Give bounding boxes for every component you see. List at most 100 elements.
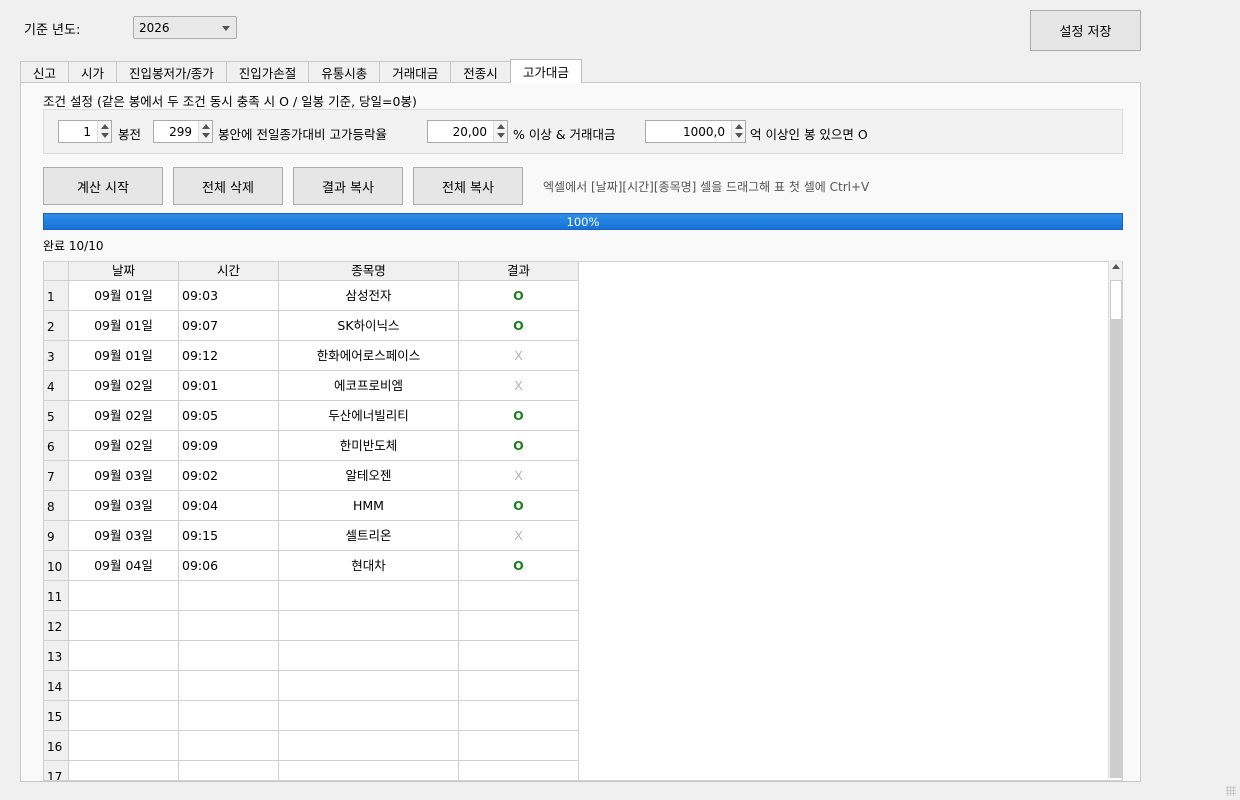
time-cell[interactable]: 09:12	[179, 341, 279, 371]
date-cell[interactable]: 09월 03일	[69, 461, 179, 491]
stock-name-cell[interactable]	[279, 641, 459, 671]
save-settings-button[interactable]: 설정 저장	[1030, 10, 1141, 51]
date-cell[interactable]	[69, 641, 179, 671]
result-cell[interactable]	[459, 641, 579, 671]
time-cell[interactable]: 09:07	[179, 311, 279, 341]
result-cell[interactable]	[459, 701, 579, 731]
date-cell[interactable]	[69, 581, 179, 611]
year-combobox[interactable]: 2026	[133, 16, 237, 39]
stock-name-cell[interactable]: 알테오젠	[279, 461, 459, 491]
tab-7[interactable]: 고가대금	[509, 59, 582, 83]
result-cell[interactable]	[459, 761, 579, 780]
table-row[interactable]: 1 09월 01일 09:03 삼성전자 O	[44, 281, 579, 311]
percent-spinbox[interactable]: 20,00	[427, 120, 508, 143]
table-row[interactable]: 15	[44, 701, 579, 731]
result-cell[interactable]: O	[459, 431, 579, 461]
copy-all-button[interactable]: 전체 복사	[413, 167, 523, 205]
tab-3[interactable]: 진입가손절	[225, 61, 310, 83]
results-table[interactable]: 날짜 시간 종목명 결과 1 09월 01일 09:03 삼성전자 O 2 09월 01일 0…	[43, 261, 1123, 781]
result-cell[interactable]: O	[459, 551, 579, 581]
table-row[interactable]: 13	[44, 641, 579, 671]
stock-name-cell[interactable]	[279, 761, 459, 780]
result-cell[interactable]: O	[459, 491, 579, 521]
spinner-buttons[interactable]	[198, 121, 212, 142]
vertical-scrollbar[interactable]	[1108, 260, 1122, 778]
time-cell[interactable]	[179, 611, 279, 641]
result-cell[interactable]: X	[459, 371, 579, 401]
column-header-result[interactable]: 결과	[459, 262, 579, 281]
scrollbar-thumb[interactable]	[1110, 280, 1122, 320]
result-cell[interactable]: X	[459, 461, 579, 491]
date-cell[interactable]	[69, 761, 179, 780]
stock-name-cell[interactable]	[279, 731, 459, 761]
arrow-up-icon[interactable]	[1112, 264, 1120, 269]
table-row[interactable]: 2 09월 01일 09:07 SK하이닉스 O	[44, 311, 579, 341]
date-cell[interactable]	[69, 731, 179, 761]
stock-name-cell[interactable]: 두산에너빌리티	[279, 401, 459, 431]
table-row[interactable]: 14	[44, 671, 579, 701]
calc-start-button[interactable]: 계산 시작	[43, 167, 163, 205]
column-header-name[interactable]: 종목명	[279, 262, 459, 281]
delete-all-button[interactable]: 전체 삭제	[173, 167, 283, 205]
date-cell[interactable]: 09월 02일	[69, 371, 179, 401]
date-cell[interactable]	[69, 701, 179, 731]
result-cell[interactable]	[459, 611, 579, 641]
table-row[interactable]: 4 09월 02일 09:01 에코프로비엠 X	[44, 371, 579, 401]
spinner-buttons[interactable]	[493, 121, 507, 142]
table-row[interactable]: 3 09월 01일 09:12 한화에어로스페이스 X	[44, 341, 579, 371]
result-cell[interactable]	[459, 581, 579, 611]
date-cell[interactable]: 09월 02일	[69, 401, 179, 431]
stock-name-cell[interactable]	[279, 671, 459, 701]
period-spinbox[interactable]: 299	[153, 120, 213, 143]
time-cell[interactable]	[179, 641, 279, 671]
tab-1[interactable]: 시가	[68, 61, 118, 83]
time-cell[interactable]	[179, 701, 279, 731]
table-row[interactable]: 10 09월 04일 09:06 현대차 O	[44, 551, 579, 581]
time-cell[interactable]	[179, 671, 279, 701]
stock-name-cell[interactable]	[279, 701, 459, 731]
date-cell[interactable]: 09월 02일	[69, 431, 179, 461]
table-row[interactable]: 6 09월 02일 09:09 한미반도체 O	[44, 431, 579, 461]
table-row[interactable]: 17	[44, 761, 579, 780]
copy-result-button[interactable]: 결과 복사	[293, 167, 403, 205]
spinner-buttons[interactable]	[731, 121, 745, 142]
stock-name-cell[interactable]: HMM	[279, 491, 459, 521]
date-cell[interactable]: 09월 03일	[69, 491, 179, 521]
date-cell[interactable]: 09월 01일	[69, 281, 179, 311]
date-cell[interactable]: 09월 04일	[69, 551, 179, 581]
table-row[interactable]: 7 09월 03일 09:02 알테오젠 X	[44, 461, 579, 491]
tab-4[interactable]: 유통시총	[308, 61, 381, 83]
time-cell[interactable]: 09:06	[179, 551, 279, 581]
resize-grip-icon[interactable]	[1226, 786, 1236, 796]
stock-name-cell[interactable]: 한미반도체	[279, 431, 459, 461]
result-cell[interactable]	[459, 671, 579, 701]
result-cell[interactable]: X	[459, 521, 579, 551]
stock-name-cell[interactable]: 에코프로비엠	[279, 371, 459, 401]
tab-0[interactable]: 신고	[20, 61, 70, 83]
time-cell[interactable]: 09:02	[179, 461, 279, 491]
date-cell[interactable]: 09월 01일	[69, 341, 179, 371]
date-cell[interactable]	[69, 611, 179, 641]
stock-name-cell[interactable]: 셀트리온	[279, 521, 459, 551]
result-cell[interactable]: X	[459, 341, 579, 371]
time-cell[interactable]	[179, 761, 279, 780]
stock-name-cell[interactable]: 한화에어로스페이스	[279, 341, 459, 371]
table-row[interactable]: 5 09월 02일 09:05 두산에너빌리티 O	[44, 401, 579, 431]
tab-2[interactable]: 진입봉저가/종가	[116, 61, 227, 83]
stock-name-cell[interactable]: SK하이닉스	[279, 311, 459, 341]
scrollbar-track[interactable]	[1110, 320, 1122, 778]
date-cell[interactable]	[69, 671, 179, 701]
column-header-time[interactable]: 시간	[179, 262, 279, 281]
tab-5[interactable]: 거래대금	[379, 61, 452, 83]
stock-name-cell[interactable]	[279, 581, 459, 611]
stock-name-cell[interactable]	[279, 611, 459, 641]
table-row[interactable]: 11	[44, 581, 579, 611]
time-cell[interactable]	[179, 731, 279, 761]
table-row[interactable]: 9 09월 03일 09:15 셀트리온 X	[44, 521, 579, 551]
result-cell[interactable]: O	[459, 401, 579, 431]
time-cell[interactable]	[179, 581, 279, 611]
time-cell[interactable]: 09:01	[179, 371, 279, 401]
time-cell[interactable]: 09:15	[179, 521, 279, 551]
tab-6[interactable]: 전종시	[450, 61, 511, 83]
time-cell[interactable]: 09:05	[179, 401, 279, 431]
